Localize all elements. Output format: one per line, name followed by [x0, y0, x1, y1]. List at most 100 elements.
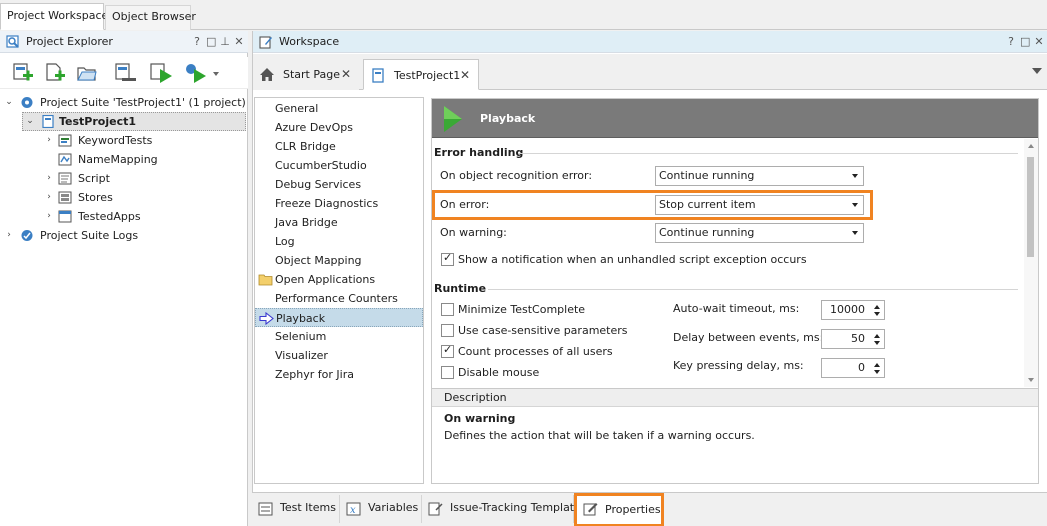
nav-item-log[interactable]: Log — [255, 232, 423, 251]
help-icon[interactable]: ? — [192, 31, 202, 53]
spin-down-icon[interactable] — [874, 341, 880, 345]
tree-item-tested-apps[interactable]: › TestedApps — [44, 207, 244, 226]
spin-up-icon[interactable] — [874, 305, 880, 309]
workspace-title: Workspace — [279, 35, 340, 48]
scroll-up-icon[interactable] — [1028, 144, 1034, 148]
tree-item-project-suite[interactable]: ⌄ Project Suite 'TestProject1' (1 projec… — [4, 93, 246, 112]
nav-item-general[interactable]: General — [255, 99, 423, 118]
settings-scrollbar[interactable] — [1024, 139, 1038, 387]
tree-item-stores[interactable]: › Stores — [44, 188, 244, 207]
nav-item-selenium[interactable]: Selenium — [255, 327, 423, 346]
close-tab-icon[interactable]: ✕ — [460, 60, 470, 91]
disable-mouse-checkbox[interactable] — [441, 366, 454, 379]
count-processes-checkbox[interactable] — [441, 343, 454, 358]
explorer-toolbar — [0, 57, 248, 89]
tab-properties[interactable]: Properties — [574, 493, 664, 526]
chevron-right-icon[interactable]: › — [44, 207, 54, 226]
on-warning-label: On warning: — [440, 226, 507, 239]
test-items-icon — [258, 502, 273, 516]
playback-banner: Playback — [432, 99, 1038, 138]
playback-icon — [444, 106, 462, 132]
nav-item-java-bridge[interactable]: Java Bridge — [255, 213, 423, 232]
on-error-select[interactable]: Stop current item — [655, 195, 864, 215]
settings-navigation: General Azure DevOps CLR Bridge Cucumber… — [254, 97, 424, 484]
on-warning-select[interactable]: Continue running — [655, 223, 864, 243]
tab-project-workspace[interactable]: Project Workspace — [0, 3, 108, 30]
nav-item-azure-devops[interactable]: Azure DevOps — [255, 118, 423, 137]
chevron-right-icon[interactable]: › — [4, 226, 14, 245]
nav-item-visualizer[interactable]: Visualizer — [255, 346, 423, 365]
tab-object-browser[interactable]: Object Browser — [105, 5, 196, 30]
add-new-item-icon[interactable] — [42, 61, 68, 85]
script-icon — [58, 172, 72, 185]
spin-up-icon[interactable] — [874, 334, 880, 338]
chevron-right-icon[interactable]: › — [44, 188, 54, 207]
nav-item-performance-counters[interactable]: Performance Counters — [255, 289, 423, 308]
arrow-right-icon — [259, 312, 274, 325]
run-suite-icon[interactable] — [182, 61, 208, 85]
nav-item-debug-services[interactable]: Debug Services — [255, 175, 423, 194]
nav-item-clr-bridge[interactable]: CLR Bridge — [255, 137, 423, 156]
tab-test-project[interactable]: TestProject1 ✕ — [363, 59, 479, 90]
tree-item-keyword-tests[interactable]: › KeywordTests — [44, 131, 244, 150]
description-text: Defines the action that will be taken if… — [444, 429, 755, 442]
project-explorer-header: Project Explorer ? □ ⊥ ✕ — [0, 31, 248, 53]
show-notification-checkbox[interactable] — [441, 251, 454, 266]
chevron-down-icon[interactable]: ⌄ — [25, 112, 35, 131]
case-sensitive-parameters-checkbox[interactable] — [441, 324, 454, 337]
nav-item-freeze-diagnostics[interactable]: Freeze Diagnostics — [255, 194, 423, 213]
nav-item-zephyr-for-jira[interactable]: Zephyr for Jira — [255, 365, 423, 384]
tree-item-project[interactable]: ⌄ TestProject1 — [22, 112, 246, 131]
pin-icon[interactable]: ⊥ — [220, 31, 230, 53]
tree-item-project-suite-logs[interactable]: › Project Suite Logs — [4, 226, 244, 245]
run-project-icon[interactable] — [148, 61, 174, 85]
chevron-down-icon[interactable] — [210, 61, 222, 85]
project-icon — [42, 115, 54, 128]
minimize-testcomplete-checkbox[interactable] — [441, 303, 454, 316]
scroll-down-icon[interactable] — [1028, 378, 1034, 382]
tree-item-script[interactable]: › Script — [44, 169, 244, 188]
spin-down-icon[interactable] — [874, 370, 880, 374]
project-explorer-panel: Project Explorer ? □ ⊥ ✕ ⌄ Project Suite… — [0, 31, 248, 526]
tree-item-name-mapping[interactable]: NameMapping — [44, 150, 244, 169]
svg-text:x: x — [350, 505, 356, 516]
nav-item-playback[interactable]: Playback — [255, 308, 423, 327]
tab-list-dropdown-icon[interactable] — [1032, 68, 1042, 74]
auto-wait-timeout-spinner[interactable]: 10000 — [821, 300, 885, 320]
section-divider — [488, 289, 1018, 290]
scrollbar-thumb[interactable] — [1027, 157, 1034, 257]
float-icon[interactable]: □ — [1020, 31, 1030, 53]
project-properties-icon[interactable] — [112, 61, 138, 85]
delay-between-events-label: Delay between events, ms: — [673, 331, 824, 344]
count-processes-label: Count processes of all users — [458, 345, 613, 358]
runtime-heading: Runtime — [434, 282, 487, 295]
delay-between-events-spinner[interactable]: 50 — [821, 329, 885, 349]
keyword-tests-icon — [58, 134, 72, 147]
key-pressing-delay-spinner[interactable]: 0 — [821, 358, 885, 378]
description-title: On warning — [444, 412, 516, 425]
nav-item-object-mapping[interactable]: Object Mapping — [255, 251, 423, 270]
add-project-icon[interactable] — [10, 61, 36, 85]
nav-item-cucumberstudio[interactable]: CucumberStudio — [255, 156, 423, 175]
auto-wait-timeout-label: Auto-wait timeout, ms: — [673, 302, 800, 315]
object-recognition-error-select[interactable]: Continue running — [655, 166, 864, 186]
tab-variables[interactable]: x Variables — [340, 495, 422, 523]
close-icon[interactable]: ✕ — [1034, 31, 1044, 53]
tab-start-page[interactable]: Start Page ✕ — [253, 59, 359, 90]
spin-down-icon[interactable] — [874, 312, 880, 316]
close-tab-icon[interactable]: ✕ — [341, 59, 351, 90]
chevron-right-icon[interactable]: › — [44, 131, 54, 150]
chevron-right-icon[interactable]: › — [44, 169, 54, 188]
dropdown-arrow-icon — [852, 174, 858, 178]
tab-issue-tracking-templates[interactable]: Issue-Tracking Templates — [422, 495, 587, 523]
tab-test-items[interactable]: Test Items — [252, 495, 340, 523]
chevron-down-icon[interactable]: ⌄ — [4, 93, 14, 112]
close-icon[interactable]: ✕ — [234, 31, 244, 53]
logs-icon — [21, 230, 33, 241]
float-icon[interactable]: □ — [206, 31, 216, 53]
open-folder-icon[interactable] — [74, 61, 100, 85]
spin-up-icon[interactable] — [874, 363, 880, 367]
nav-item-open-applications[interactable]: Open Applications — [255, 270, 423, 289]
section-divider — [518, 153, 1018, 154]
help-icon[interactable]: ? — [1006, 31, 1016, 53]
